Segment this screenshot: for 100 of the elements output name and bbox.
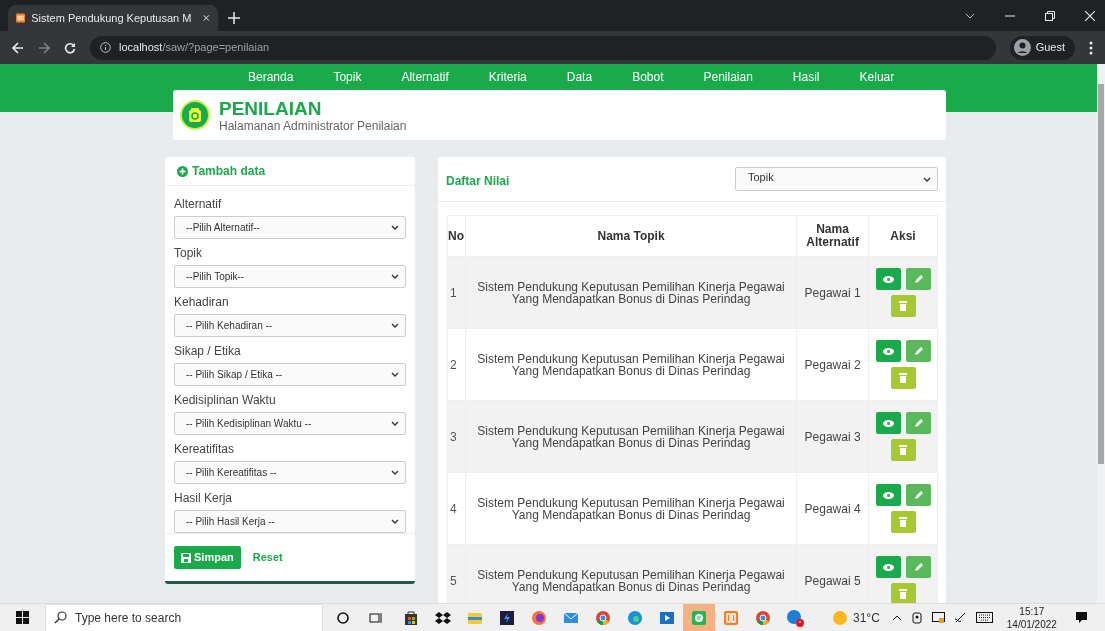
close-icon[interactable] — [203, 13, 210, 23]
field-label: Hasil Kerja — [174, 490, 234, 508]
keyboard-icon[interactable] — [975, 612, 993, 623]
view-button[interactable] — [875, 340, 901, 362]
chevron-down-icon — [391, 274, 399, 280]
table-cell: Sistem Pendukung Keputusan Pemilihan Kinerja Pegawai Yang Mendapatkan Bonus di Dinas Perindag — [465, 328, 797, 401]
trash-icon — [899, 517, 907, 527]
pencil-icon — [913, 562, 923, 572]
trash-icon — [899, 589, 907, 599]
column-header: No — [447, 215, 466, 257]
select-field[interactable]: --Pilih Alternatif-- — [174, 216, 406, 240]
temperature[interactable]: 31°C — [853, 608, 880, 627]
chevron-down-icon[interactable] — [965, 12, 975, 19]
trash-icon — [899, 301, 907, 311]
filter-select[interactable]: Topik — [735, 167, 938, 191]
select-field[interactable]: -- Pilih Kehadiran -- — [174, 314, 406, 338]
field-label: Kedisiplinan Waktu — [174, 392, 277, 410]
more-icon[interactable] — [1089, 40, 1093, 55]
table-cell: 3 — [447, 400, 466, 473]
table-cell: Pegawai 4 — [796, 472, 869, 545]
page-subtitle: Halamanan Administrator Penilaian — [219, 119, 407, 132]
taskbar-search-field[interactable]: Type here to search — [45, 603, 323, 631]
lightning-icon — [498, 608, 516, 627]
view-button[interactable] — [875, 268, 901, 290]
pencil-icon — [913, 274, 923, 284]
scrollbar[interactable] — [1097, 64, 1105, 603]
select-field[interactable]: -- Pilih Hasil Kerja -- — [174, 510, 406, 534]
table-cell: 4 — [447, 472, 466, 545]
column-header: Aksi — [868, 215, 938, 257]
chevron-down-icon — [391, 225, 399, 231]
restore-icon[interactable] — [1045, 10, 1055, 21]
edit-button[interactable] — [905, 340, 931, 362]
plus-circle-icon — [177, 165, 188, 177]
task-view-icon[interactable] — [369, 611, 383, 624]
webcam-icon[interactable] — [910, 611, 923, 624]
close-icon[interactable] — [1085, 10, 1095, 21]
table-title: Daftar Nilai — [446, 172, 510, 190]
chevron-down-icon — [391, 519, 399, 525]
chevron-down-icon — [391, 372, 399, 378]
trash-icon — [899, 445, 907, 455]
select-field[interactable]: -- Pilih Kedisiplinan Waktu -- — [174, 412, 406, 436]
address-bar[interactable]: localhost/saw/?page=penilaian — [90, 35, 996, 60]
table-cell: 1 — [447, 256, 466, 329]
forward-icon[interactable] — [38, 41, 50, 54]
windows-icon[interactable] — [16, 611, 29, 624]
edit-button[interactable] — [905, 268, 931, 290]
person-icon — [1013, 39, 1031, 56]
eye-icon — [882, 347, 894, 355]
edit-button[interactable] — [905, 556, 931, 578]
info-icon — [100, 42, 111, 53]
column-header: Nama Topik — [465, 215, 797, 257]
select-field[interactable]: -- Pilih Sikap / Etika -- — [174, 363, 406, 387]
table-cell: Sistem Pendukung Keputusan Pemilihan Kinerja Pegawai Yang Mendapatkan Bonus di Dinas Perindag — [465, 472, 797, 545]
search-icon — [54, 611, 67, 624]
minimize-icon[interactable] — [1005, 14, 1015, 17]
select-field[interactable]: --Pilih Topik-- — [174, 265, 406, 289]
new-tab-icon[interactable] — [228, 12, 240, 24]
eye-icon — [882, 563, 894, 571]
store-icon — [402, 608, 420, 627]
monitor-icon[interactable] — [931, 611, 945, 624]
table-cell: Sistem Pendukung Keputusan Pemilihan Kinerja Pegawai Yang Mendapatkan Bonus di Dinas Perindag — [465, 400, 797, 473]
floppy-icon — [181, 552, 191, 563]
profile-button[interactable]: Guest — [1009, 35, 1075, 60]
edit-button[interactable] — [905, 484, 931, 506]
view-button[interactable] — [875, 484, 901, 506]
pencil-icon — [913, 418, 923, 428]
pencil-icon — [913, 490, 923, 500]
edit-button[interactable] — [905, 412, 931, 434]
chevron-down-icon — [923, 176, 931, 182]
form-title: Tambah data — [192, 163, 266, 181]
notification-icon[interactable] — [1074, 611, 1088, 624]
eye-icon — [882, 275, 894, 283]
chevron-down-icon — [391, 323, 399, 329]
select-field[interactable]: -- Pilih Kereatifitas -- — [174, 461, 406, 485]
field-label: Alternatif — [174, 196, 223, 214]
browser-tab[interactable]: Sistem Pendukung Keputusan M — [8, 5, 218, 31]
clock[interactable]: 15:17 14/01/2022 — [1006, 604, 1057, 631]
page-title: PENILAIAN — [219, 98, 323, 118]
music-app-icon — [690, 608, 708, 627]
sun-icon — [833, 610, 847, 625]
reload-icon[interactable] — [64, 41, 76, 54]
column-header: Nama Alternatif — [796, 215, 869, 257]
back-icon[interactable] — [12, 41, 24, 54]
pencil-icon — [913, 346, 923, 356]
field-label: Topik — [174, 245, 203, 263]
eye-icon — [882, 419, 894, 427]
view-button[interactable] — [875, 412, 901, 434]
table-cell: Pegawai 1 — [796, 256, 869, 329]
table-cell: Pegawai 3 — [796, 400, 869, 473]
help-icon — [786, 608, 804, 627]
table-cell: 2 — [447, 328, 466, 401]
chevron-up-icon[interactable] — [891, 614, 902, 621]
cortana-icon[interactable] — [337, 611, 349, 624]
view-button[interactable] — [875, 556, 901, 578]
chevron-down-icon — [391, 421, 399, 427]
field-label: Kehadiran — [174, 294, 230, 312]
eye-icon — [882, 491, 894, 499]
scale-icon — [180, 100, 210, 130]
tab-title: Sistem Pendukung Keputusan M — [31, 10, 192, 26]
table-cell: Pegawai 2 — [796, 328, 869, 401]
